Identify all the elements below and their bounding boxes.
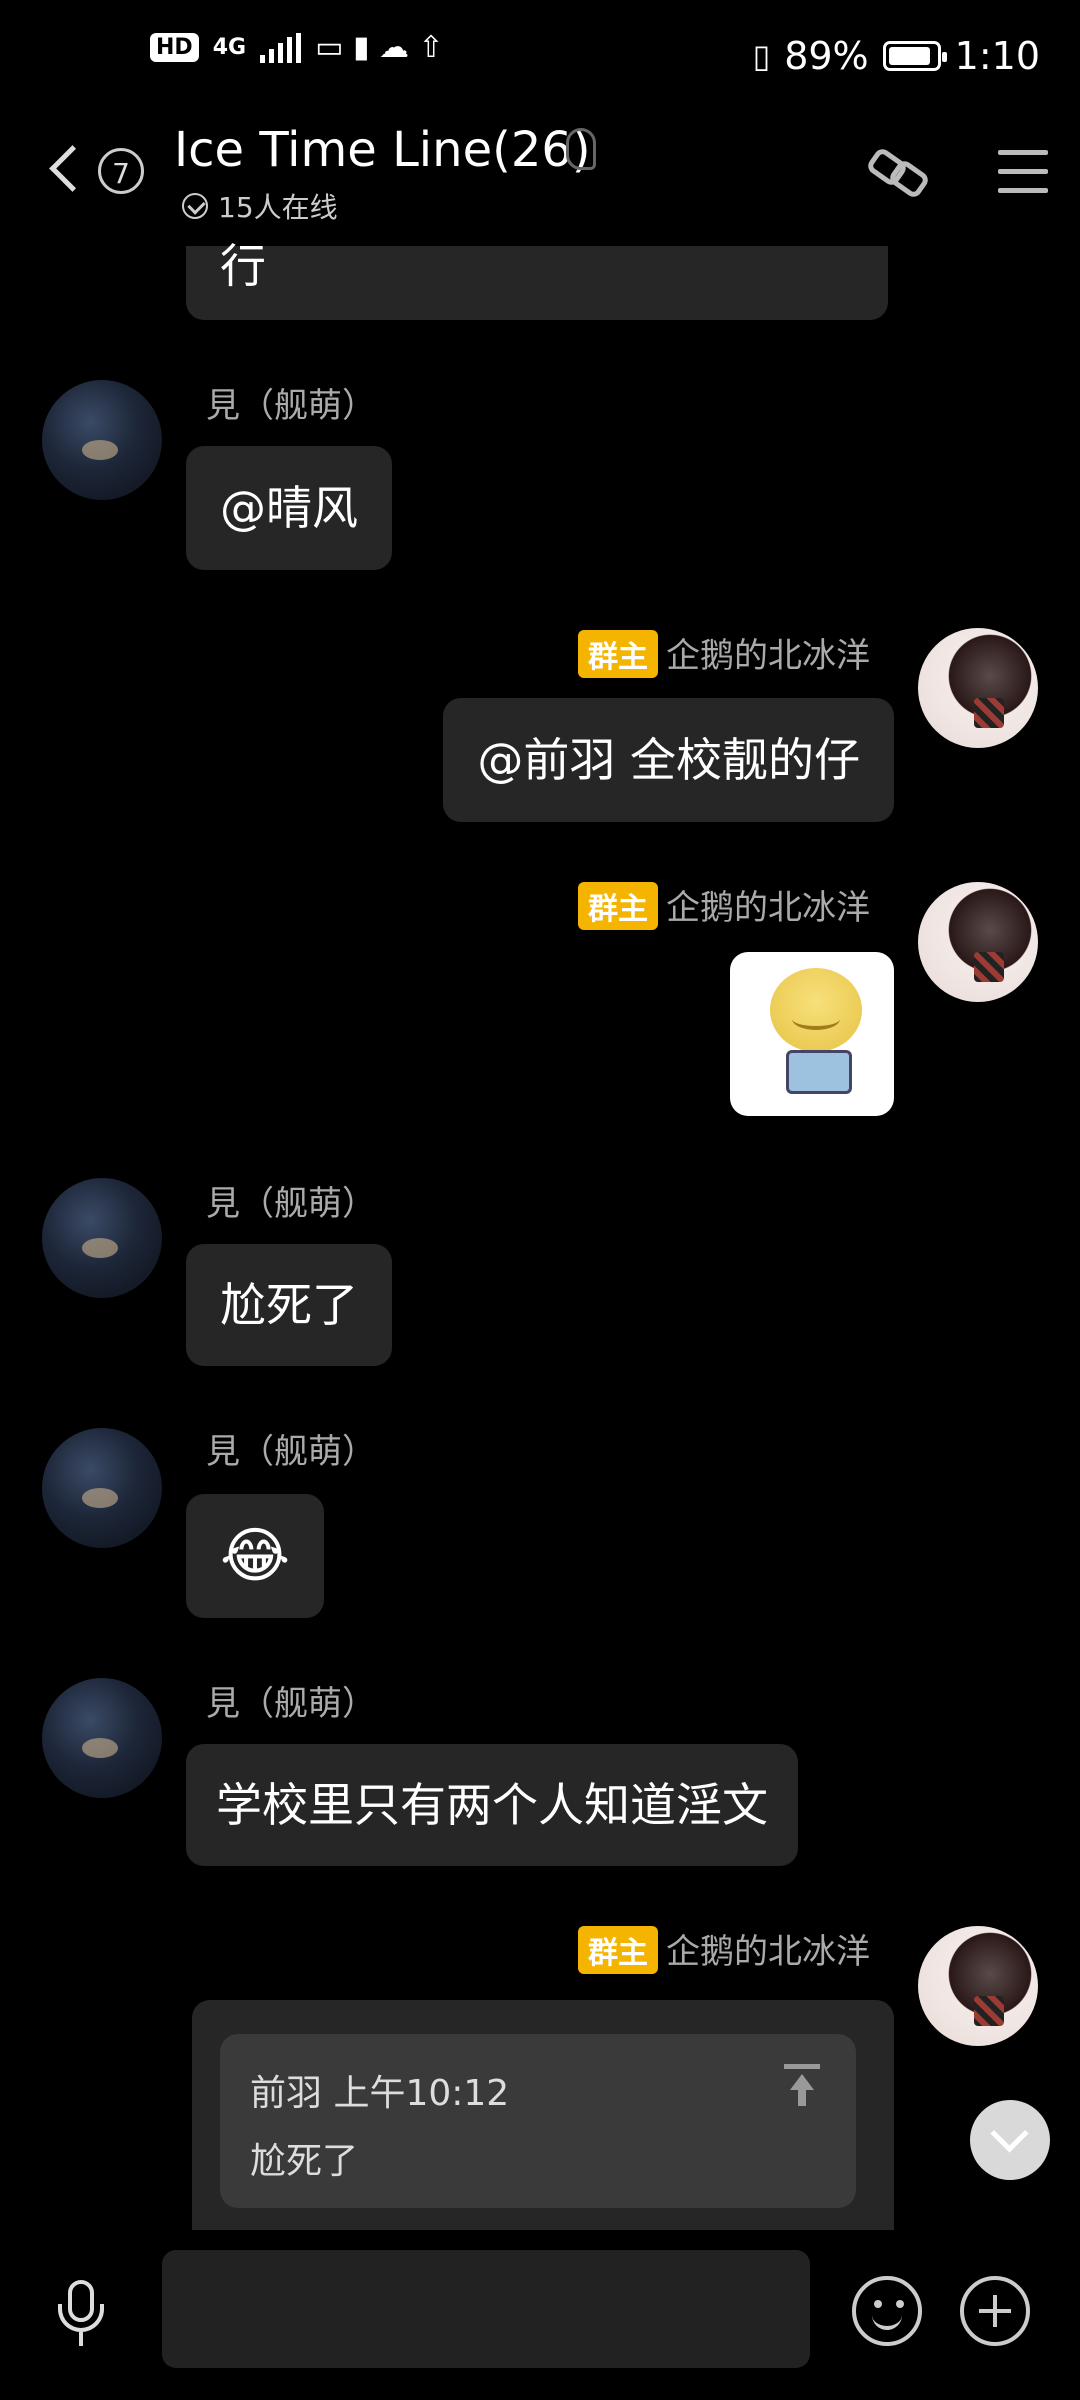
add-icon[interactable] (960, 2276, 1030, 2346)
sender-line: 群主 企鹅的北冰洋 (578, 1924, 870, 1974)
avatar[interactable] (42, 1678, 162, 1798)
avatar[interactable] (918, 628, 1038, 748)
message-text: 尬死了 (220, 1278, 358, 1332)
message-bubble[interactable]: 学校里只有两个人知道淫文 (186, 1744, 798, 1866)
owner-tag: 群主 (578, 882, 658, 930)
link-icon[interactable] (868, 146, 930, 202)
sender-name: 見（舰萌） (206, 1432, 376, 1472)
message-text: 😂 (219, 1521, 291, 1591)
battery-icon (882, 41, 947, 71)
message-bubble[interactable]: 行 (186, 243, 888, 320)
sender-name: 企鹅的北冰洋 (666, 636, 870, 676)
battery-percent: 89% (784, 34, 869, 78)
avatar[interactable] (42, 380, 162, 500)
check-circle-icon (182, 193, 208, 219)
message-text: @前羽 全校靓的仔 (477, 733, 860, 787)
earpiece-mode-icon[interactable] (566, 128, 596, 170)
back-icon[interactable] (46, 150, 82, 186)
menu-icon[interactable] (998, 150, 1048, 198)
avatar[interactable] (42, 1178, 162, 1298)
owner-tag: 群主 (578, 630, 658, 678)
scroll-to-bottom-button[interactable] (970, 2100, 1050, 2180)
sender-line: 群主 企鹅的北冰洋 (578, 880, 870, 930)
sticker-image[interactable] (730, 952, 894, 1116)
message-bubble[interactable]: 尬死了 (186, 1244, 392, 1366)
message-text: 行 (220, 239, 266, 293)
message-text: 学校里只有两个人知道淫文 (216, 1778, 768, 1832)
microphone-icon[interactable] (56, 2280, 106, 2350)
sender-line: 群主 企鹅的北冰洋 (578, 628, 870, 678)
message-bubble[interactable]: 😂 (186, 1494, 324, 1618)
jump-to-top-icon[interactable] (780, 2064, 824, 2108)
avatar[interactable] (42, 1428, 162, 1548)
message-text: @晴风 (220, 481, 358, 535)
message-input[interactable] (162, 2250, 810, 2368)
chat-title[interactable]: Ice Time Line(26) (174, 122, 591, 178)
sender-name: 見（舰萌） (206, 386, 376, 426)
signal-icon (260, 32, 302, 63)
message-bubble[interactable]: @前羽 全校靓的仔 (443, 698, 894, 822)
clock: 1:10 (954, 34, 1040, 78)
quoted-text: 尬死了 (250, 2141, 359, 2182)
online-status[interactable]: 15人在线 (182, 186, 338, 226)
sender-name: 見（舰萌） (206, 1184, 376, 1224)
sender-name: 企鹅的北冰洋 (666, 888, 870, 928)
quoted-meta: 前羽 上午10:12 (250, 2073, 510, 2114)
sender-name: 見（舰萌） (206, 1684, 376, 1724)
hd-icon: HD (150, 33, 199, 62)
status-bar: HD 4G ▭ ▮ ☁ ⇧ ▯ 89% 1:10 (0, 0, 1080, 120)
notification-icons: ▭ ▮ ☁ ⇧ (315, 30, 444, 65)
online-count: 15人在线 (218, 191, 338, 224)
message-bubble[interactable]: @晴风 (186, 446, 392, 570)
sender-name: 企鹅的北冰洋 (666, 1932, 870, 1972)
emoji-icon[interactable] (852, 2276, 922, 2346)
avatar[interactable] (918, 1926, 1038, 2046)
vibrate-icon: ▯ (752, 37, 771, 75)
avatar[interactable] (918, 882, 1038, 1002)
owner-tag: 群主 (578, 1926, 658, 1974)
unread-count-badge[interactable]: 7 (98, 148, 144, 194)
network-label: 4G (212, 35, 247, 60)
